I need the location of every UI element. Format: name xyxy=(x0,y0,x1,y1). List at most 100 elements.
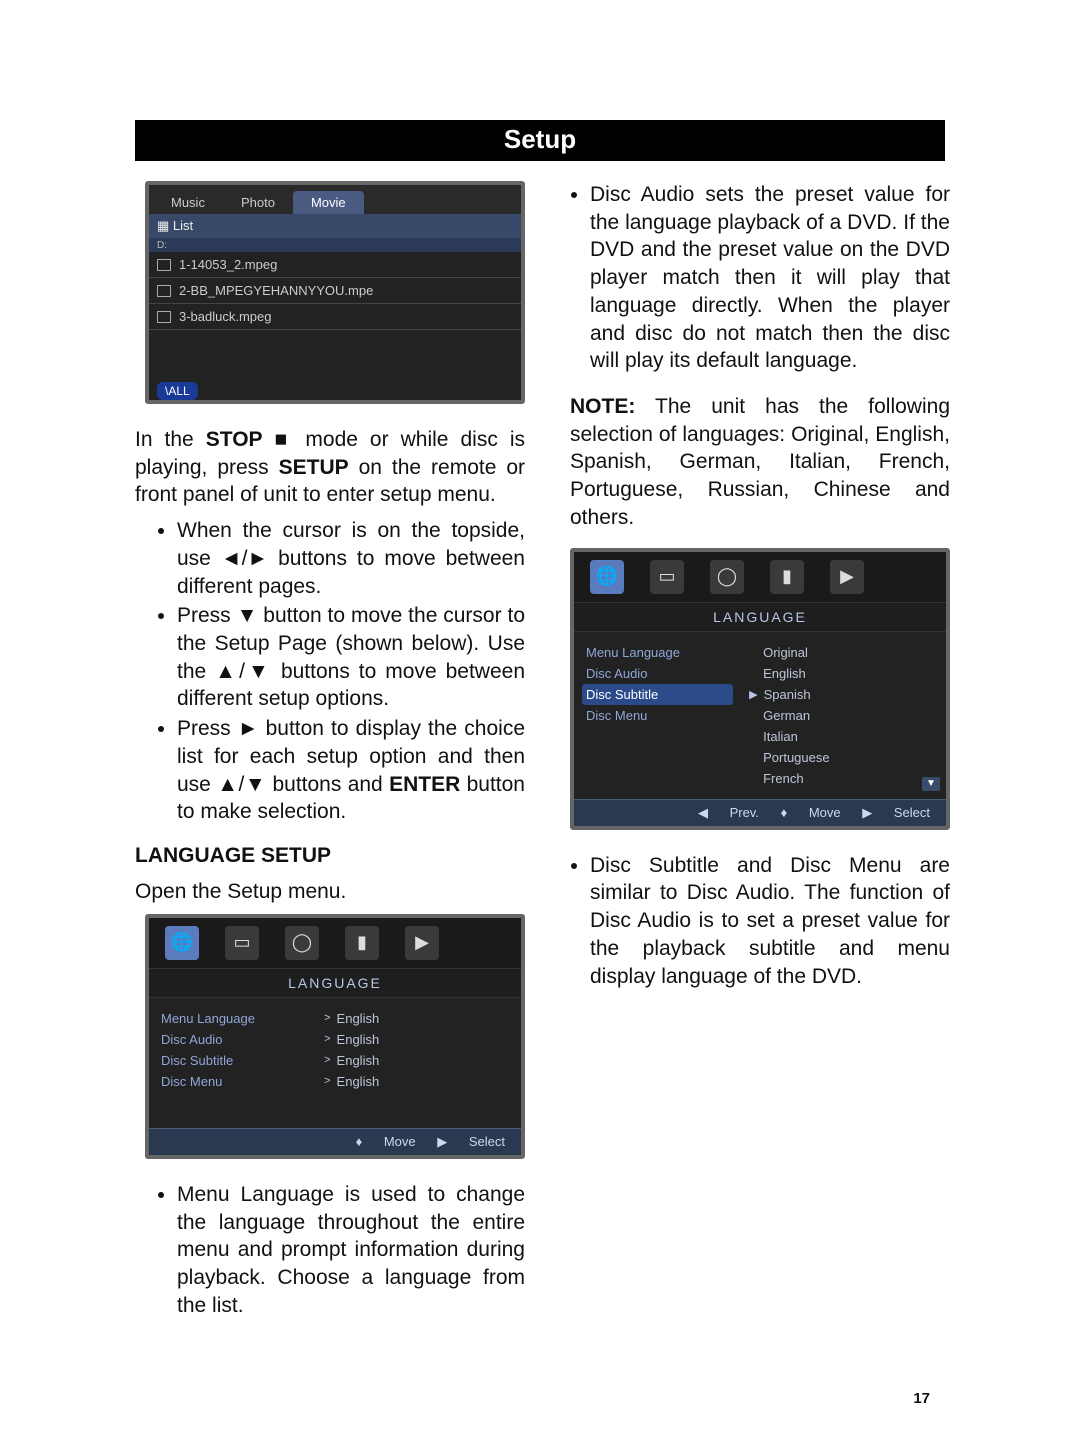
value-column: > English > English > English > English xyxy=(320,998,521,1128)
lang-row: Disc Subtitle xyxy=(161,1050,308,1071)
bullet: Menu Language is used to change the lang… xyxy=(177,1181,525,1320)
language-grid: Menu Language Disc Audio Disc Subtitle D… xyxy=(574,632,946,799)
bullet: Press ► button to display the choice lis… xyxy=(177,715,525,826)
lang-row: Disc Menu xyxy=(161,1071,308,1092)
lang-option: Portuguese xyxy=(749,747,942,768)
menu-lang-bullets: Menu Language is used to change the lang… xyxy=(135,1181,525,1320)
media-tabs: Music Photo Movie xyxy=(149,185,521,214)
file-name: 3-badluck.mpeg xyxy=(179,309,272,324)
caret-icon: ▶ xyxy=(749,688,757,701)
globe-icon: 🌐 xyxy=(165,926,199,960)
lang-row: Disc Menu xyxy=(586,705,733,726)
value-text: Original xyxy=(763,645,808,660)
bullet: Press ▼ button to move the cursor to the… xyxy=(177,602,525,713)
file-icon xyxy=(157,285,171,297)
language-grid: Menu Language Disc Audio Disc Subtitle D… xyxy=(149,998,521,1128)
lang-row: Disc Audio xyxy=(586,663,733,684)
note-label: NOTE: xyxy=(570,395,635,418)
bullet: When the cursor is on the topside, use ◄… xyxy=(177,517,525,600)
hint-text: Move xyxy=(384,1134,416,1149)
lang-option: German xyxy=(749,705,942,726)
section-title: Setup xyxy=(135,120,945,161)
icon-strip: 🌐 ▭ ◯ ▮ ▶ xyxy=(574,552,946,602)
open-setup-text: Open the Setup menu. xyxy=(135,878,525,906)
file-name: 2-BB_MPEGYEHANNYYOU.mpe xyxy=(179,283,373,298)
value-text: Italian xyxy=(763,729,798,744)
list-label-text: List xyxy=(173,218,193,233)
note-paragraph: NOTE: The unit has the following selecti… xyxy=(570,393,950,532)
lang-row: Menu Language xyxy=(161,1008,308,1029)
page-number: 17 xyxy=(913,1390,930,1407)
caret-icon: > xyxy=(324,1033,330,1045)
misc-icon: ▶ xyxy=(830,560,864,594)
caret-icon: > xyxy=(324,1054,330,1066)
panel-title: LANGUAGE xyxy=(574,602,946,632)
hint-text: Prev. xyxy=(730,805,759,820)
label-column: Menu Language Disc Audio Disc Subtitle D… xyxy=(574,632,745,799)
prev-hint: ◀ Prev. xyxy=(698,805,759,820)
value-text: English xyxy=(337,1032,380,1047)
value-text: English xyxy=(337,1011,380,1026)
lang-row: Disc Audio xyxy=(161,1029,308,1050)
lang-value: > English xyxy=(324,1050,517,1071)
value-text: German xyxy=(763,708,810,723)
disc-subtitle-bullets: Disc Subtitle and Disc Menu are similar … xyxy=(570,852,950,991)
lang-value: > English xyxy=(324,1071,517,1092)
screenshot-footer: \ALL xyxy=(149,330,521,400)
move-hint: ♦ Move xyxy=(781,805,841,820)
display-icon: ▭ xyxy=(225,926,259,960)
screenshot-language-main: 🌐 ▭ ◯ ▮ ▶ LANGUAGE Menu Language Disc Au… xyxy=(145,914,525,1159)
panel-title: LANGUAGE xyxy=(149,968,521,998)
list-label: ▦ List xyxy=(149,214,521,238)
lang-value: > English xyxy=(324,1029,517,1050)
lang-value: > English xyxy=(324,1008,517,1029)
globe-icon: 🌐 xyxy=(590,560,624,594)
lang-option: French xyxy=(749,768,942,789)
tab-movie: Movie xyxy=(293,191,364,214)
tab-music: Music xyxy=(153,191,223,214)
select-hint: ▶ Select xyxy=(437,1134,505,1149)
lang-row: Menu Language xyxy=(586,642,733,663)
all-badge: \ALL xyxy=(157,382,198,400)
file-name: 1-14053_2.mpeg xyxy=(179,257,277,272)
icon-strip: 🌐 ▭ ◯ ▮ ▶ xyxy=(149,918,521,968)
intro-paragraph: In the STOP ■ mode or while disc is play… xyxy=(135,426,525,509)
hint-text: Select xyxy=(469,1134,505,1149)
lang-option-selected: ▶ Spanish xyxy=(749,684,942,705)
hint-text: Move xyxy=(809,805,841,820)
disc-audio-bullets: Disc Audio sets the preset value for the… xyxy=(570,181,950,375)
value-text: English xyxy=(337,1074,380,1089)
file-icon xyxy=(157,311,171,323)
bullet: Disc Subtitle and Disc Menu are similar … xyxy=(590,852,950,991)
lang-option: Original xyxy=(749,642,942,663)
label-column: Menu Language Disc Audio Disc Subtitle D… xyxy=(149,998,320,1128)
caret-icon: > xyxy=(324,1012,330,1024)
display-icon: ▭ xyxy=(650,560,684,594)
language-setup-heading: LANGUAGE SETUP xyxy=(135,844,525,868)
hint-text: Select xyxy=(894,805,930,820)
left-column: Music Photo Movie ▦ List D: 1-14053_2.mp… xyxy=(135,181,525,1337)
screenshot-file-list: Music Photo Movie ▦ List D: 1-14053_2.mp… xyxy=(145,181,525,404)
screenshot-language-options: 🌐 ▭ ◯ ▮ ▶ LANGUAGE Menu Language Disc Au… xyxy=(570,548,950,830)
intro-bullets: When the cursor is on the topside, use ◄… xyxy=(135,517,525,826)
value-text: English xyxy=(763,666,806,681)
lang-row-selected: Disc Subtitle xyxy=(582,684,733,705)
value-text: Spanish xyxy=(764,687,811,702)
file-row: 3-badluck.mpeg xyxy=(149,304,521,330)
content-columns: Music Photo Movie ▦ List D: 1-14053_2.mp… xyxy=(135,181,945,1337)
misc-icon: ▶ xyxy=(405,926,439,960)
caret-icon: > xyxy=(324,1075,330,1087)
move-hint: ♦ Move xyxy=(356,1134,416,1149)
audio-icon: ◯ xyxy=(285,926,319,960)
right-column: Disc Audio sets the preset value for the… xyxy=(570,181,950,1337)
lang-option: English xyxy=(749,663,942,684)
audio-icon: ◯ xyxy=(710,560,744,594)
select-hint: ▶ Select xyxy=(862,805,930,820)
footer-bar: ♦ Move ▶ Select xyxy=(149,1128,521,1155)
file-row: 2-BB_MPEGYEHANNYYOU.mpe xyxy=(149,278,521,304)
value-text: English xyxy=(337,1053,380,1068)
scroll-down-icon: ▼ xyxy=(922,777,940,791)
manual-page: Setup Music Photo Movie ▦ List D: 1-1405… xyxy=(0,0,1080,1451)
tab-photo: Photo xyxy=(223,191,293,214)
value-text: Portuguese xyxy=(763,750,830,765)
